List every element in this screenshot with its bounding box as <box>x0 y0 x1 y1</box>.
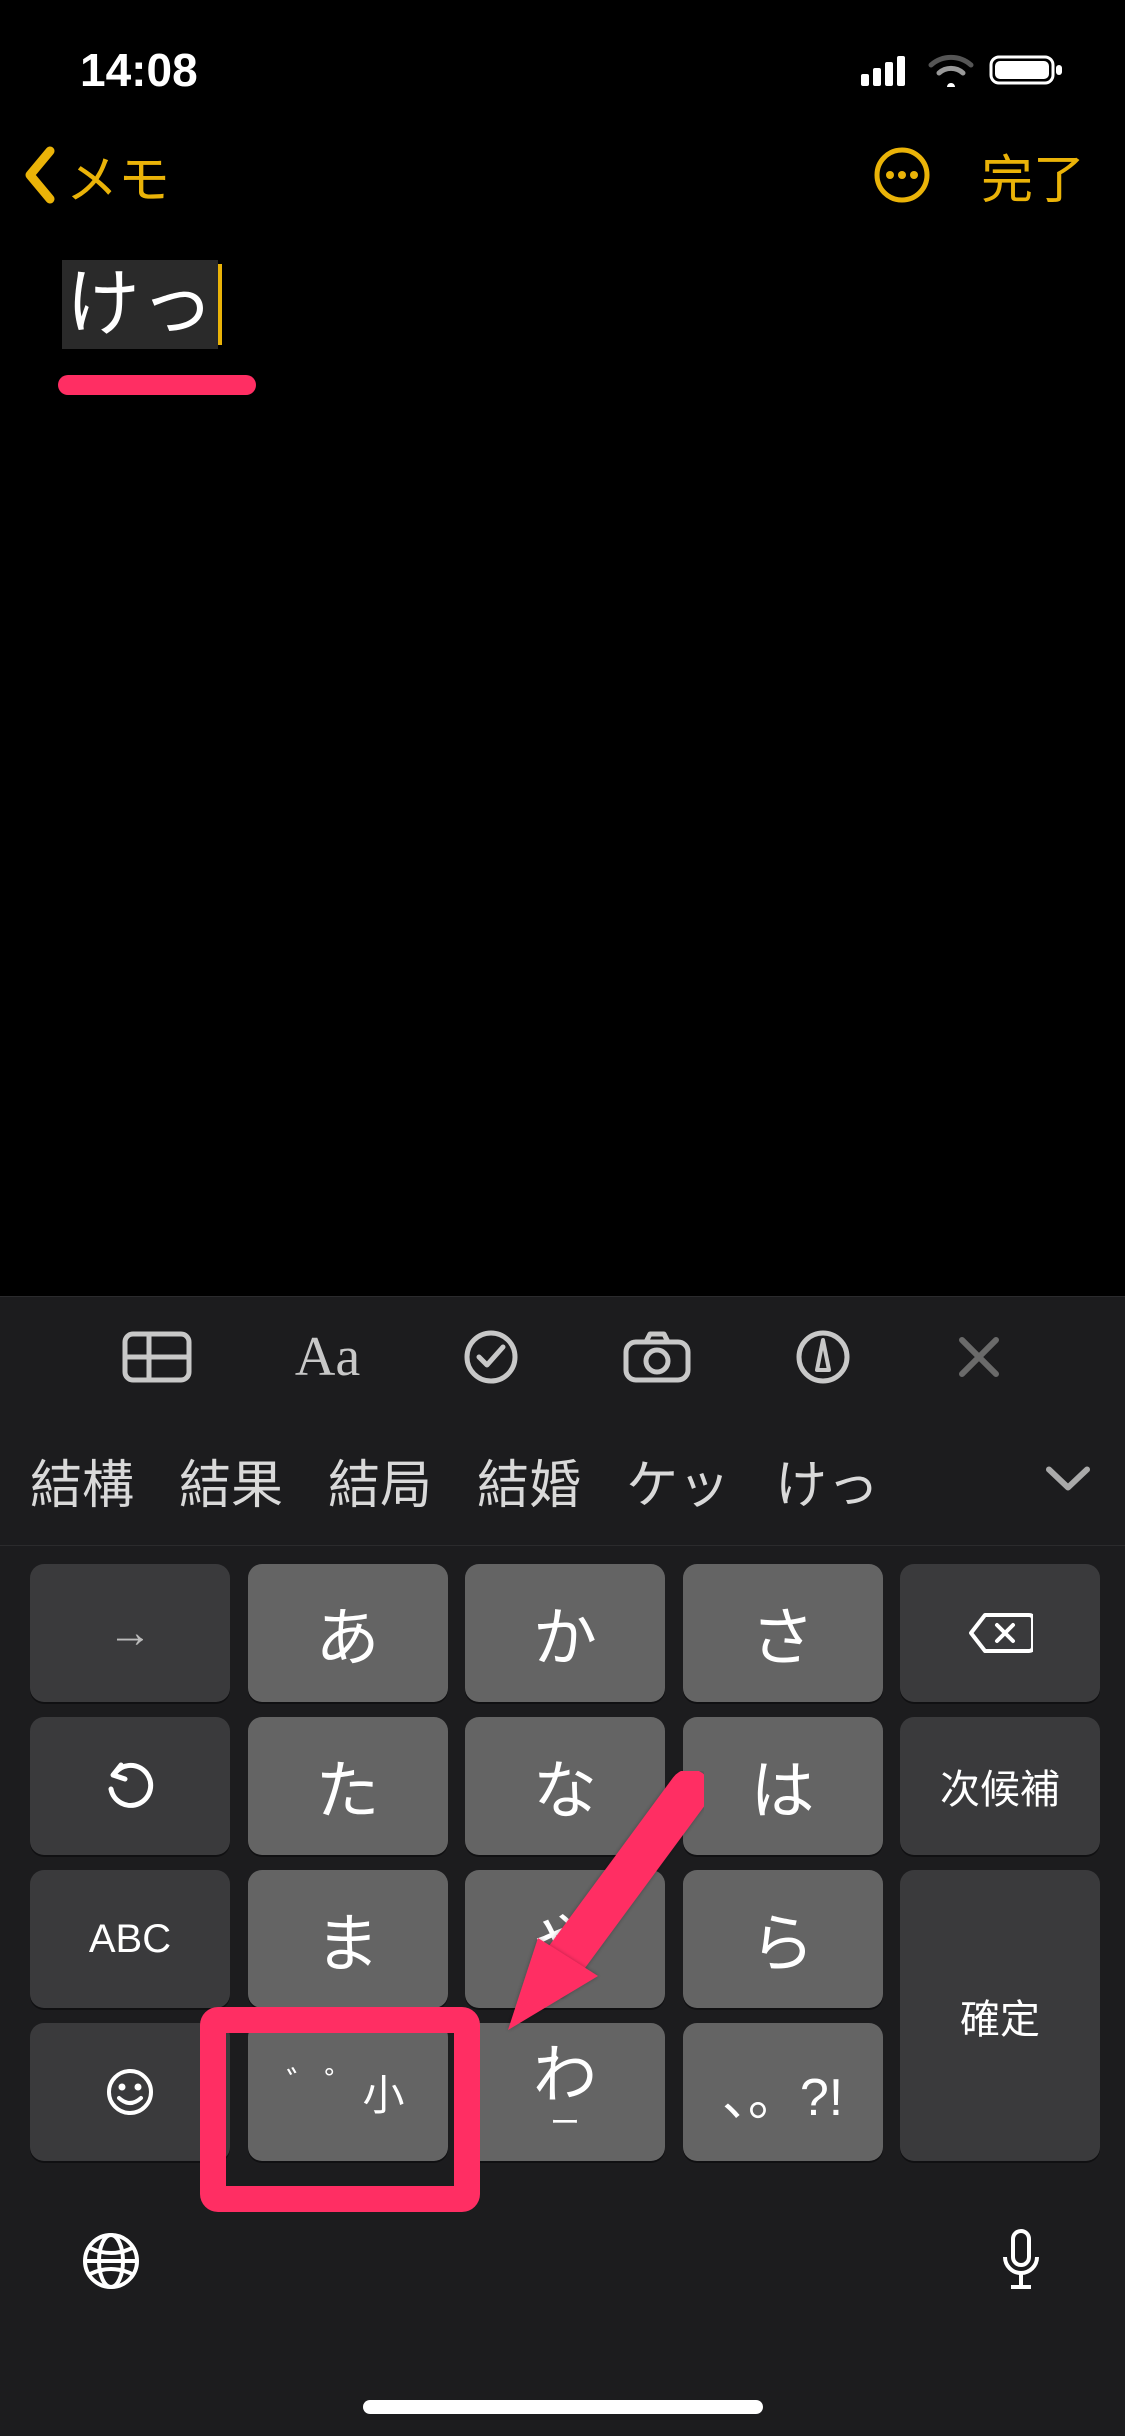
done-button[interactable]: 完了 <box>981 138 1085 213</box>
key-ra[interactable]: ら <box>683 1870 883 2008</box>
keyboard-bottom-bar <box>0 2171 1125 2321</box>
chevron-down-icon <box>1043 1463 1093 1493</box>
close-icon[interactable] <box>954 1332 1004 1382</box>
candidate[interactable]: 結局 <box>328 1443 432 1518</box>
key-wa[interactable]: わ ー <box>465 2023 665 2161</box>
key-grid: → あ か さ た な は 次候補 ABC ま や ら 確定 ゛゜小 わ ー 、… <box>0 1546 1125 2171</box>
key-confirm[interactable]: 確定 <box>900 1870 1100 2161</box>
format-icon[interactable]: Aa <box>295 1325 360 1389</box>
key-undo[interactable] <box>30 1717 230 1855</box>
status-icons <box>861 53 1065 87</box>
key-punctuation[interactable]: 、。?! <box>683 2023 883 2161</box>
key-sa[interactable]: さ <box>683 1564 883 1702</box>
key-ha[interactable]: は <box>683 1717 883 1855</box>
chevron-left-icon <box>20 145 60 205</box>
key-a[interactable]: あ <box>248 1564 448 1702</box>
checklist-icon[interactable] <box>462 1328 520 1386</box>
candidate[interactable]: 結構 <box>30 1443 134 1518</box>
home-indicator[interactable] <box>363 2400 763 2414</box>
draw-icon[interactable] <box>794 1328 852 1386</box>
key-ya[interactable]: や <box>465 1870 665 2008</box>
key-ka[interactable]: か <box>465 1564 665 1702</box>
status-time: 14:08 <box>80 43 198 97</box>
key-abc[interactable]: ABC <box>30 1870 230 2008</box>
candidate[interactable]: 結果 <box>179 1443 283 1518</box>
key-backspace[interactable] <box>900 1564 1100 1702</box>
note-editor[interactable]: けっ <box>0 240 1125 415</box>
mic-icon[interactable] <box>997 2227 1045 2295</box>
key-small-dakuten[interactable]: ゛゜小 <box>248 2023 448 2161</box>
expand-candidates[interactable] <box>1033 1453 1103 1508</box>
candidate-bar: 結構 結果 結局 結婚 ケッ けっ <box>0 1416 1125 1546</box>
camera-icon[interactable] <box>622 1330 692 1384</box>
backspace-icon <box>967 1611 1033 1655</box>
cellular-icon <box>861 54 913 86</box>
candidate[interactable]: ケッ <box>626 1443 730 1518</box>
candidate[interactable]: けっ <box>775 1443 879 1518</box>
composing-text: けっ <box>62 260 218 349</box>
emoji-icon <box>105 2067 155 2117</box>
undo-icon <box>103 1759 157 1813</box>
table-icon[interactable] <box>121 1330 193 1384</box>
annotation-underline <box>58 375 256 395</box>
key-na[interactable]: な <box>465 1717 665 1855</box>
key-arrow-right[interactable]: → <box>30 1564 230 1702</box>
battery-icon <box>989 53 1065 87</box>
keyboard: 結構 結果 結局 結婚 ケッ けっ → あ か さ た な は 次候補 ABC … <box>0 1416 1125 2436</box>
key-next-candidate[interactable]: 次候補 <box>900 1717 1100 1855</box>
globe-icon[interactable] <box>80 2230 142 2292</box>
key-ma[interactable]: ま <box>248 1870 448 2008</box>
wifi-icon <box>927 53 975 87</box>
more-icon[interactable] <box>873 146 931 204</box>
candidate[interactable]: 結婚 <box>477 1443 581 1518</box>
notes-toolbar: Aa <box>0 1296 1125 1416</box>
key-ta[interactable]: た <box>248 1717 448 1855</box>
key-emoji[interactable] <box>30 2023 230 2161</box>
back-label: メモ <box>66 138 170 213</box>
status-bar: 14:08 <box>0 0 1125 120</box>
nav-bar: メモ 完了 <box>0 120 1125 240</box>
back-button[interactable]: メモ <box>20 138 170 213</box>
